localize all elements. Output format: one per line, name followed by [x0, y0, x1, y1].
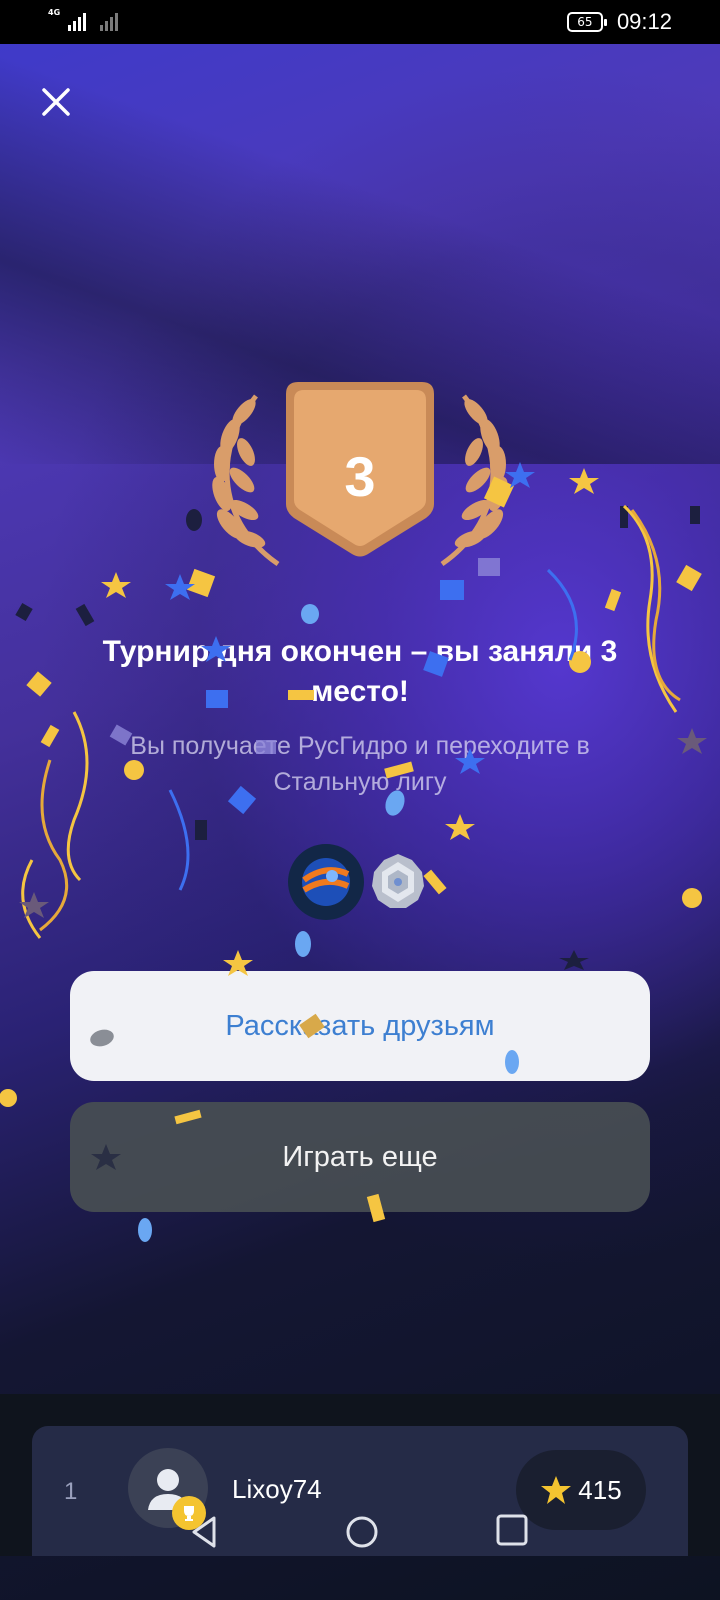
network-type: 4G: [48, 8, 61, 17]
battery-level: 65: [577, 15, 593, 29]
share-button[interactable]: Рассказать друзьям: [70, 971, 650, 1081]
signal-icon-sim2: [100, 13, 118, 31]
result-title: Турнир дня окончен – вы заняли 3 место!: [102, 635, 618, 708]
clock: 09:12: [616, 9, 672, 34]
system-nav-bar: [0, 1500, 720, 1600]
result-subtitle: Вы получаете РусГидро и переходите в Ста…: [130, 732, 590, 796]
battery-icon: 65: [566, 12, 607, 32]
result-screen: 3 Турнир дня окончен – вы заняли 3 место…: [0, 44, 720, 1600]
home-nav-icon[interactable]: [342, 1512, 382, 1552]
rushydro-logo-icon: [288, 844, 364, 920]
steel-league-badge-icon: [372, 854, 424, 908]
rewards-row: [288, 844, 428, 920]
place-number: 3: [344, 445, 376, 508]
status-right: 65 09:12: [566, 9, 672, 35]
play-again-button[interactable]: Играть еще: [70, 1102, 650, 1212]
recent-apps-icon[interactable]: [494, 1512, 530, 1548]
signal-indicators: 4G: [48, 9, 118, 31]
signal-icon-sim1: 4G: [48, 9, 86, 31]
back-nav-icon[interactable]: [184, 1512, 224, 1552]
close-icon[interactable]: [36, 82, 76, 122]
place-medal: 3: [200, 374, 520, 614]
status-bar: 4G 65 09:12: [0, 0, 720, 44]
